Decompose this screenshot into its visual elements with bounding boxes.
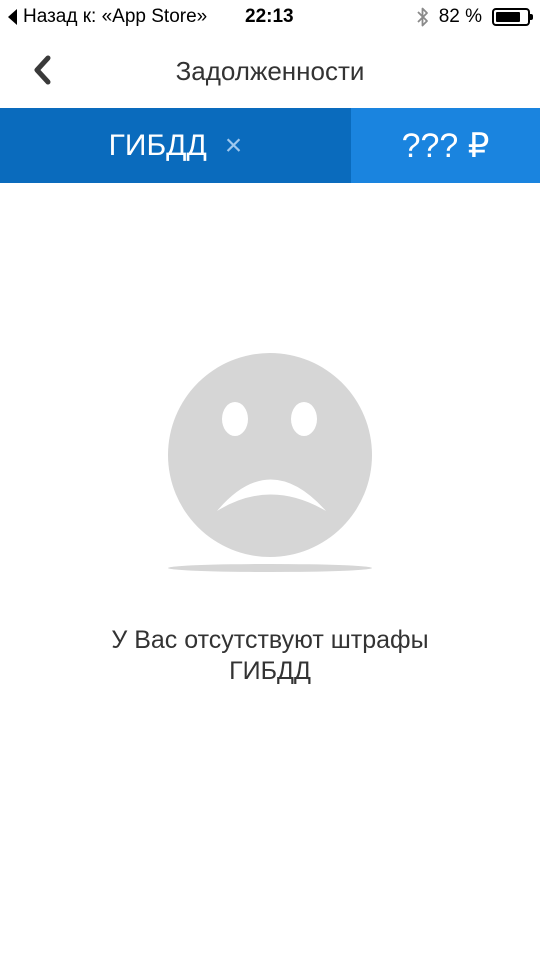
tab-gibdd[interactable]: ГИБДД × <box>0 108 351 183</box>
back-triangle-icon <box>8 9 17 25</box>
screen: Назад к: «App Store» 22:13 82 % Задолжен… <box>0 0 540 960</box>
status-time: 22:13 <box>245 6 294 27</box>
status-bar: Назад к: «App Store» 22:13 82 % <box>0 0 540 36</box>
bluetooth-icon <box>417 6 429 28</box>
empty-message-line2: ГИБДД <box>229 657 311 685</box>
empty-message: У Вас отсутствуют штрафы ГИБДД <box>60 625 480 687</box>
tab-amount-label: ??? ₽ <box>401 126 490 165</box>
close-icon[interactable]: × <box>225 129 243 163</box>
battery-fill <box>496 12 520 22</box>
status-indicators: 82 % <box>417 6 533 28</box>
tab-gibdd-label: ГИБДД <box>108 128 207 162</box>
empty-state: У Вас отсутствуют штрафы ГИБДД <box>0 183 540 960</box>
battery-icon <box>492 8 533 26</box>
empty-message-line1: У Вас отсутствуют штрафы <box>111 626 429 654</box>
navigation-bar: Задолженности <box>0 36 540 108</box>
page-title: Задолженности <box>175 56 365 86</box>
return-to-app-store[interactable]: Назад к: «App Store» <box>8 6 207 28</box>
return-label: Назад к: «App Store» <box>23 6 208 27</box>
battery-percent: 82 % <box>438 6 482 27</box>
tab-amount[interactable]: ??? ₽ <box>351 108 540 183</box>
sad-face-icon <box>168 353 372 572</box>
debt-tabs: ГИБДД × ??? ₽ <box>0 108 540 183</box>
